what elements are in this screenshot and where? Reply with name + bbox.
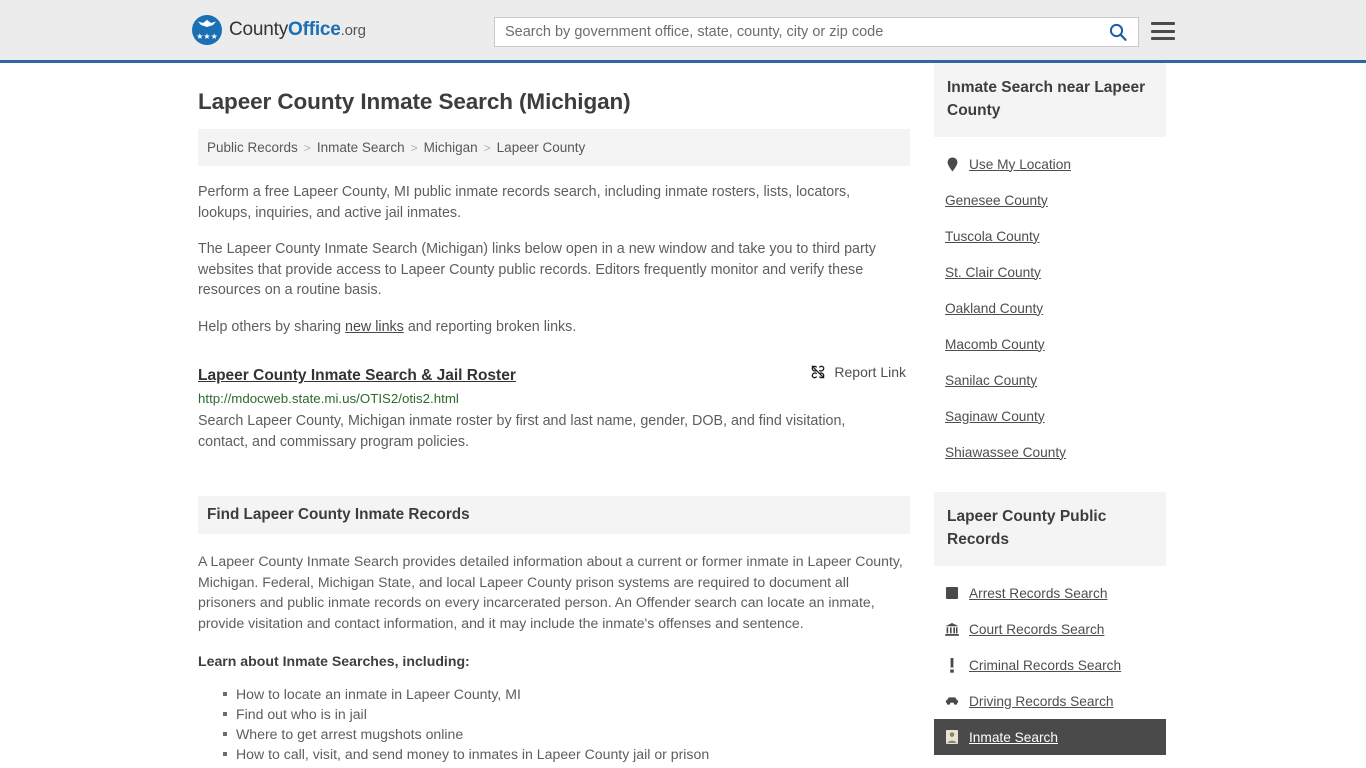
page-title: Lapeer County Inmate Search (Michigan) — [198, 89, 631, 114]
fingerprint-icon — [945, 585, 959, 601]
result-description: Search Lapeer County, Michigan inmate ro… — [198, 413, 846, 450]
sidebar-link-saginaw-county[interactable]: Saginaw County — [945, 409, 1045, 424]
nearby-panel-header: Inmate Search near Lapeer County — [934, 63, 1166, 137]
list-item: How to locate an inmate in Lapeer County… — [223, 684, 910, 704]
nearby-county-list: Use My Location Genesee County Tuscola C… — [934, 146, 1166, 470]
breadcrumb: Public Records > Inmate Search > Michiga… — [198, 129, 910, 166]
sidebar-item-use-my-location[interactable]: Use My Location — [934, 146, 1166, 182]
courthouse-icon — [945, 621, 959, 637]
search-input[interactable] — [495, 18, 1098, 46]
sidebar-link-driving-records[interactable]: Driving Records Search — [969, 694, 1114, 709]
public-records-list: Arrest Records Search Court Records Sear… — [934, 575, 1166, 755]
search-bar[interactable] — [494, 17, 1139, 47]
sidebar-item-sanilac-county[interactable]: Sanilac County — [934, 362, 1166, 398]
sidebar-link-sanilac-county[interactable]: Sanilac County — [945, 373, 1037, 388]
report-link-label: Report Link — [834, 364, 906, 380]
breadcrumb-item-0[interactable]: Public Records — [207, 140, 298, 155]
sidebar-link-use-my-location[interactable]: Use My Location — [969, 157, 1071, 172]
public-records-panel-title: Lapeer County Public Records — [947, 508, 1107, 548]
search-button[interactable] — [1098, 18, 1138, 46]
breadcrumb-item-3[interactable]: Lapeer County — [497, 140, 586, 155]
search-icon — [1109, 23, 1127, 41]
search-result-item: Lapeer County Inmate Search & Jail Roste… — [198, 364, 910, 453]
sidebar-link-arrest-records[interactable]: Arrest Records Search — [969, 586, 1107, 601]
breadcrumb-separator-1: > — [410, 140, 418, 155]
intro-paragraph-1: Perform a free Lapeer County, MI public … — [198, 184, 851, 221]
share-text-before: Help others by sharing — [198, 318, 346, 335]
list-item: When someone will get out of jail or pri… — [236, 764, 910, 768]
site-logo[interactable]: ★★★ CountyOffice.org — [192, 15, 366, 45]
nearby-panel-title: Inmate Search near Lapeer County — [947, 79, 1146, 119]
result-header-row: Lapeer County Inmate Search & Jail Roste… — [198, 364, 910, 385]
sidebar-item-macomb-county[interactable]: Macomb County — [934, 326, 1166, 362]
sidebar-item-tuscola-county[interactable]: Tuscola County — [934, 218, 1166, 254]
sidebar-item-driving-records[interactable]: Driving Records Search — [934, 683, 1166, 719]
site-header: ★★★ CountyOffice.org — [0, 0, 1366, 63]
public-records-panel: Lapeer County Public Records Arrest Reco… — [934, 492, 1166, 755]
share-text-after: and reporting broken links. — [403, 318, 577, 335]
sidebar-item-criminal-records[interactable]: Criminal Records Search — [934, 647, 1166, 683]
section-body: A Lapeer County Inmate Search provides d… — [198, 551, 910, 768]
sidebar-link-macomb-county[interactable]: Macomb County — [945, 337, 1045, 352]
sidebar-link-criminal-records[interactable]: Criminal Records Search — [969, 658, 1121, 673]
menu-bar-3 — [1151, 37, 1175, 40]
page-body: Lapeer County Inmate Search (Michigan) P… — [0, 63, 1366, 768]
map-pin-icon — [945, 156, 959, 172]
menu-bar-2 — [1151, 29, 1175, 33]
new-links-link[interactable]: new links — [345, 319, 404, 335]
sidebar-link-court-records[interactable]: Court Records Search — [969, 622, 1104, 637]
intro-text: Perform a free Lapeer County, MI public … — [198, 182, 910, 337]
sidebar-item-shiawassee-county[interactable]: Shiawassee County — [934, 434, 1166, 470]
result-title-link[interactable]: Lapeer County Inmate Search & Jail Roste… — [198, 367, 516, 385]
brand-part-county: County — [229, 19, 289, 40]
result-url: http://mdocweb.state.mi.us/OTIS2/otis2.h… — [198, 391, 459, 406]
nearby-inmate-search-panel: Inmate Search near Lapeer County Use My … — [934, 63, 1166, 470]
list-item: Find out who is in jail — [223, 704, 910, 724]
inmate-search-topics-list: How to locate an inmate in Lapeer County… — [198, 684, 910, 768]
sidebar-item-saginaw-county[interactable]: Saginaw County — [934, 398, 1166, 434]
exclamation-icon — [945, 657, 959, 673]
sidebar-item-genesee-county[interactable]: Genesee County — [934, 182, 1166, 218]
public-records-panel-header: Lapeer County Public Records — [934, 492, 1166, 566]
sidebar-link-inmate-search[interactable]: Inmate Search — [969, 730, 1058, 745]
inmate-icon — [945, 729, 959, 745]
stars-icon: ★★★ — [196, 32, 218, 41]
sidebar-item-arrest-records[interactable]: Arrest Records Search — [934, 575, 1166, 611]
report-link-button[interactable]: Report Link — [810, 364, 910, 380]
menu-icon[interactable] — [1151, 21, 1175, 41]
section-heading: Find Lapeer County Inmate Records — [207, 506, 470, 523]
section-header: Find Lapeer County Inmate Records — [198, 496, 910, 534]
intro-paragraph-3: Help others by sharing new links and rep… — [198, 317, 898, 338]
sidebar-link-st-clair-county[interactable]: St. Clair County — [945, 265, 1041, 280]
sidebar-item-oakland-county[interactable]: Oakland County — [934, 290, 1166, 326]
sidebar-item-court-records[interactable]: Court Records Search — [934, 611, 1166, 647]
car-icon — [945, 693, 959, 709]
broken-link-icon — [811, 365, 825, 379]
main-content: Lapeer County Inmate Search (Michigan) P… — [198, 63, 910, 768]
eagle-icon — [198, 19, 216, 27]
sidebar-link-shiawassee-county[interactable]: Shiawassee County — [945, 445, 1066, 460]
intro-paragraph-2: The Lapeer County Inmate Search (Michiga… — [198, 241, 876, 298]
breadcrumb-separator-0: > — [303, 140, 311, 155]
brand-part-office: Office — [288, 19, 341, 40]
brand-wordmark: CountyOffice.org — [229, 19, 366, 41]
breadcrumb-separator-2: > — [483, 140, 491, 155]
county-office-logo-icon: ★★★ — [192, 15, 222, 45]
list-item: How to call, visit, and send money to in… — [223, 744, 910, 764]
sidebar-link-tuscola-county[interactable]: Tuscola County — [945, 229, 1040, 244]
breadcrumb-item-2[interactable]: Michigan — [424, 140, 478, 155]
menu-bar-1 — [1151, 22, 1175, 25]
list-intro: Learn about Inmate Searches, including: — [198, 653, 470, 669]
breadcrumb-item-1[interactable]: Inmate Search — [317, 140, 405, 155]
sidebar: Inmate Search near Lapeer County Use My … — [934, 63, 1166, 755]
brand-part-tld: .org — [340, 22, 366, 39]
sidebar-item-inmate-search[interactable]: Inmate Search — [934, 719, 1166, 755]
sidebar-link-oakland-county[interactable]: Oakland County — [945, 301, 1043, 316]
sidebar-item-st-clair-county[interactable]: St. Clair County — [934, 254, 1166, 290]
sidebar-link-genesee-county[interactable]: Genesee County — [945, 193, 1048, 208]
section-paragraph: A Lapeer County Inmate Search provides d… — [198, 553, 903, 631]
list-item: Where to get arrest mugshots online — [223, 724, 910, 744]
